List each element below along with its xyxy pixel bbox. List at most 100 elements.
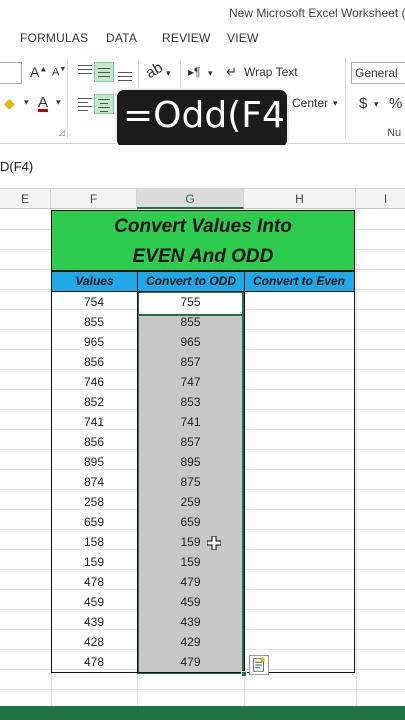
value-cell[interactable]: 478	[51, 572, 137, 592]
odd-cell[interactable]: 159	[137, 532, 244, 552]
odd-cell[interactable]: 659	[137, 512, 244, 532]
worksheet-grid[interactable]: Convert Values Into EVEN And ODD Values …	[0, 209, 405, 706]
odd-cell[interactable]: 855	[137, 312, 244, 332]
merge-dropdown-icon[interactable]: ▾	[333, 98, 338, 109]
ribbon-separator	[345, 58, 346, 138]
value-cell[interactable]: 965	[51, 332, 137, 352]
table-title-block[interactable]: Convert Values Into EVEN And ODD	[51, 210, 355, 271]
formula-bar[interactable]: D(F4)	[0, 145, 405, 189]
font-color-dropdown-icon[interactable]: ▾	[56, 97, 61, 108]
wrap-text-label[interactable]: Wrap Text	[244, 65, 298, 79]
column-header-i[interactable]: I	[356, 189, 405, 209]
currency-dropdown-icon[interactable]: ▾	[374, 99, 379, 110]
number-format-value: General	[355, 66, 398, 80]
header-values[interactable]: Values	[52, 272, 137, 290]
value-cell[interactable]: 158	[51, 532, 137, 552]
title-bar: New Microsoft Excel Worksheet (4).	[0, 0, 405, 26]
odd-cell[interactable]: 159	[137, 552, 244, 572]
odd-cell[interactable]: 853	[137, 392, 244, 412]
gridline	[0, 689, 405, 690]
ribbon-separator	[67, 58, 68, 138]
column-divider	[244, 292, 245, 673]
tab-review[interactable]: REVIEW	[162, 31, 211, 45]
align-top-icon[interactable]	[76, 62, 94, 82]
column-header-e[interactable]: E	[0, 189, 51, 209]
number-group-label: Nu	[387, 127, 402, 139]
odd-cell[interactable]: 479	[137, 652, 244, 672]
header-convert-odd[interactable]: Convert to ODD	[138, 272, 244, 290]
formula-bar-content[interactable]: D(F4)	[0, 159, 33, 174]
value-cell[interactable]: 856	[51, 432, 137, 452]
value-cell[interactable]: 855	[51, 312, 137, 332]
odd-cell[interactable]: 459	[137, 592, 244, 612]
value-cell[interactable]: 741	[51, 412, 137, 432]
odd-cell[interactable]: 741	[137, 412, 244, 432]
value-cell[interactable]: 852	[51, 392, 137, 412]
column-header-g[interactable]: G	[137, 189, 244, 209]
align-left-icon[interactable]	[76, 94, 94, 114]
window-title: New Microsoft Excel Worksheet (4).	[229, 6, 405, 20]
value-cell[interactable]: 439	[51, 612, 137, 632]
value-cell[interactable]: 754	[51, 292, 137, 312]
cell-cursor-icon	[207, 536, 221, 550]
value-cell[interactable]: 478	[51, 652, 137, 672]
text-direction-icon[interactable]: ▸¶	[188, 65, 200, 79]
number-format-select[interactable]: General	[351, 62, 405, 84]
odd-cell[interactable]: 479	[137, 572, 244, 592]
ribbon-separator	[180, 60, 181, 88]
formula-callout-text: =Odd(F4)	[123, 95, 299, 136]
ribbon-separator	[138, 60, 139, 88]
formula-callout: =Odd(F4)	[115, 88, 299, 149]
align-center-icon[interactable]	[94, 94, 114, 114]
value-cell[interactable]: 159	[51, 552, 137, 572]
value-cell[interactable]: 746	[51, 372, 137, 392]
gridline	[356, 209, 357, 706]
tab-data[interactable]: DATA	[106, 31, 137, 45]
excel-window: New Microsoft Excel Worksheet (4). FORMU…	[0, 0, 405, 720]
odd-cell[interactable]: 259	[137, 492, 244, 512]
percent-button[interactable]: %	[389, 95, 402, 112]
value-cell[interactable]: 874	[51, 472, 137, 492]
quick-analysis-button[interactable]	[249, 655, 269, 675]
odd-cell[interactable]: 965	[137, 332, 244, 352]
value-cell[interactable]: 659	[51, 512, 137, 532]
table-header-row: Values Convert to ODD Convert to Even	[51, 271, 355, 292]
value-cell[interactable]: 856	[51, 352, 137, 372]
align-bottom-icon[interactable]	[116, 62, 134, 82]
font-launcher-icon[interactable]: ◿	[59, 128, 65, 137]
column-headers: E F G H I	[0, 189, 405, 209]
font-color-icon[interactable]: A	[38, 94, 48, 111]
odd-cell[interactable]: 747	[137, 372, 244, 392]
column-header-f[interactable]: F	[51, 189, 137, 209]
ribbon-tabs: FORMULAS DATA REVIEW VIEW	[0, 26, 405, 50]
fill-color-icon[interactable]: ◆	[4, 95, 15, 112]
font-size-box[interactable]	[0, 62, 22, 84]
quick-analysis-icon	[253, 657, 265, 672]
status-bar	[0, 706, 405, 720]
odd-cell[interactable]: 857	[137, 352, 244, 372]
text-direction-dropdown-icon[interactable]: ▾	[208, 68, 213, 79]
orientation-dropdown-icon[interactable]: ▾	[166, 68, 171, 79]
odd-cell[interactable]: 857	[137, 432, 244, 452]
fill-color-dropdown-icon[interactable]: ▾	[24, 97, 29, 108]
odd-cell[interactable]: 439	[137, 612, 244, 632]
column-header-h[interactable]: H	[244, 189, 356, 209]
odd-cell[interactable]: 755	[137, 292, 244, 312]
orientation-icon[interactable]: ab	[143, 59, 166, 82]
odd-cell[interactable]: 875	[137, 472, 244, 492]
header-convert-even[interactable]: Convert to Even	[245, 272, 353, 290]
wrap-text-icon[interactable]: ↵	[226, 64, 237, 80]
odd-cell[interactable]: 429	[137, 632, 244, 652]
value-cell[interactable]: 258	[51, 492, 137, 512]
value-cell[interactable]: 459	[51, 592, 137, 612]
grow-font-icon[interactable]: A▲	[30, 64, 47, 80]
fill-handle[interactable]	[241, 671, 247, 677]
shrink-font-icon[interactable]: A▼	[52, 66, 66, 79]
value-cell[interactable]: 428	[51, 632, 137, 652]
currency-button[interactable]: $	[359, 95, 367, 112]
tab-view[interactable]: VIEW	[227, 31, 258, 45]
tab-formulas[interactable]: FORMULAS	[20, 31, 88, 45]
align-middle-icon[interactable]	[94, 62, 114, 82]
odd-cell[interactable]: 895	[137, 452, 244, 472]
value-cell[interactable]: 895	[51, 452, 137, 472]
